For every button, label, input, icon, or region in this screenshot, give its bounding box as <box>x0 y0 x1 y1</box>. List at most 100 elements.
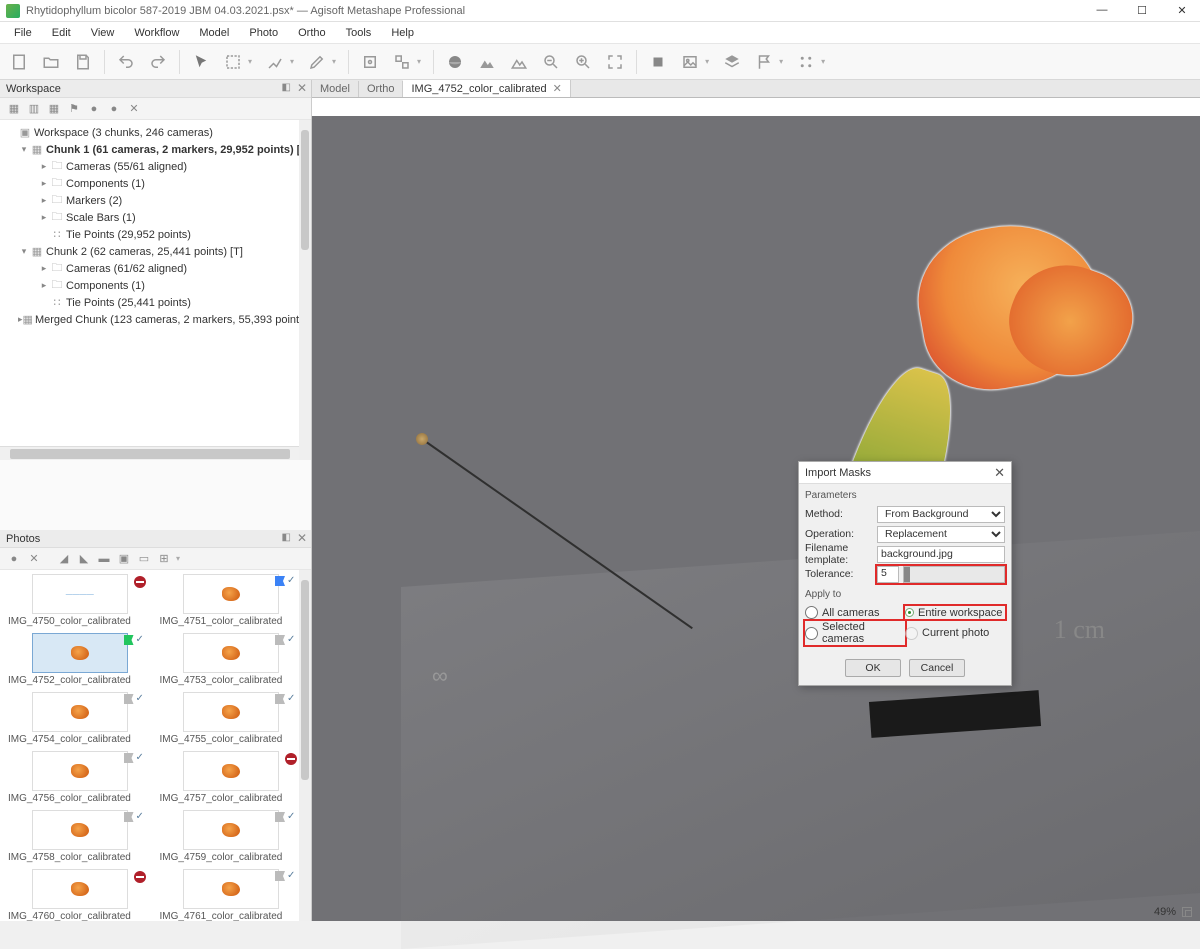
pin-icon[interactable]: ◧ <box>282 532 291 543</box>
radio-selected-cameras[interactable]: Selected cameras <box>805 621 905 645</box>
ph-cam-icon[interactable]: ▣ <box>116 551 132 567</box>
menu-file[interactable]: File <box>6 25 40 41</box>
cancel-button[interactable]: Cancel <box>909 659 965 677</box>
ws-x-icon[interactable]: ✕ <box>126 101 142 117</box>
zoom-mode-icon[interactable] <box>1182 907 1192 917</box>
tab-close-icon[interactable]: ✕ <box>553 83 562 95</box>
photo-thumb[interactable]: IMG_4760_color_calibrated <box>6 869 154 921</box>
ws-dot2-icon[interactable]: ● <box>106 101 122 117</box>
ph-mask1-icon[interactable]: ◢ <box>56 551 72 567</box>
menu-help[interactable]: Help <box>383 25 422 41</box>
new-project-icon[interactable] <box>6 49 32 75</box>
menu-tools[interactable]: Tools <box>338 25 380 41</box>
photo-thumb[interactable]: ✓IMG_4752_color_calibrated <box>6 633 154 690</box>
menu-photo[interactable]: Photo <box>241 25 286 41</box>
ph-x-icon[interactable]: ✕ <box>26 551 42 567</box>
tree-components1[interactable]: ▸🗀Components (1) <box>4 175 311 192</box>
image-icon[interactable] <box>677 49 703 75</box>
radio-all-cameras[interactable]: All cameras <box>805 606 905 619</box>
window-minimize-button[interactable]: — <box>1090 4 1114 17</box>
tree-chunk2[interactable]: ▾▦Chunk 2 (62 cameras, 25,441 points) [T… <box>4 243 311 260</box>
zoom-out-icon[interactable] <box>538 49 564 75</box>
pointer-icon[interactable] <box>188 49 214 75</box>
grid-dots-icon[interactable] <box>793 49 819 75</box>
menu-ortho[interactable]: Ortho <box>290 25 334 41</box>
ph-mask2-icon[interactable]: ◣ <box>76 551 92 567</box>
ph-dot-icon[interactable]: ● <box>6 551 22 567</box>
tree-chunk1[interactable]: ▾▦Chunk 1 (61 cameras, 2 markers, 29,952… <box>4 141 311 158</box>
flag-icon[interactable] <box>751 49 777 75</box>
tab-image[interactable]: IMG_4752_color_calibrated✕ <box>403 80 570 97</box>
tolerance-value[interactable]: 5 <box>877 566 899 583</box>
panel-close-icon[interactable]: ✕ <box>297 531 307 545</box>
ws-flag-icon[interactable]: ⚑ <box>66 101 82 117</box>
ws-add-icon[interactable]: ▦ <box>6 101 22 117</box>
redo-icon[interactable] <box>145 49 171 75</box>
layers-icon[interactable] <box>719 49 745 75</box>
tree-merged[interactable]: ▸▦Merged Chunk (123 cameras, 2 markers, … <box>4 311 311 328</box>
stop-icon[interactable] <box>645 49 671 75</box>
tab-model[interactable]: Model <box>312 81 359 97</box>
dialog-close-icon[interactable]: ✕ <box>994 465 1005 481</box>
menu-view[interactable]: View <box>83 25 123 41</box>
tree-components2[interactable]: ▸🗀Components (1) <box>4 277 311 294</box>
window-maximize-button[interactable]: ☐ <box>1130 4 1154 17</box>
panel-close-icon[interactable]: ✕ <box>297 81 307 95</box>
radio-entire-workspace[interactable]: Entire workspace <box>905 606 1005 619</box>
operation-select[interactable]: Replacement <box>877 526 1005 543</box>
tree-markers1[interactable]: ▸🗀Markers (2) <box>4 192 311 209</box>
ph-thumb-icon[interactable]: ⊞ <box>156 551 172 567</box>
save-project-icon[interactable] <box>70 49 96 75</box>
tree-cameras2[interactable]: ▸🗀Cameras (61/62 aligned) <box>4 260 311 277</box>
photo-thumb[interactable]: ✓IMG_4753_color_calibrated <box>158 633 306 690</box>
photo-thumb[interactable]: ✓IMG_4754_color_calibrated <box>6 692 154 749</box>
sphere-icon[interactable] <box>442 49 468 75</box>
ws-play-icon[interactable]: ▦ <box>46 101 62 117</box>
mountain2-icon[interactable] <box>506 49 532 75</box>
photos-vscroll[interactable] <box>299 570 311 921</box>
fit-icon[interactable] <box>602 49 628 75</box>
window-close-button[interactable]: ✕ <box>1170 4 1194 17</box>
workspace-tree[interactable]: ▣Workspace (3 chunks, 246 cameras) ▾▦Chu… <box>0 120 311 332</box>
ph-img-icon[interactable]: ▭ <box>136 551 152 567</box>
photo-thumb[interactable]: ✓IMG_4758_color_calibrated <box>6 810 154 867</box>
lasso-icon[interactable] <box>262 49 288 75</box>
menu-edit[interactable]: Edit <box>44 25 79 41</box>
ph-1-icon[interactable] <box>46 551 52 567</box>
pin-icon[interactable]: ◧ <box>282 82 291 93</box>
tree-scalebars1[interactable]: ▸🗀Scale Bars (1) <box>4 209 311 226</box>
method-select[interactable]: From Background <box>877 506 1005 523</box>
mountain-icon[interactable] <box>474 49 500 75</box>
open-project-icon[interactable] <box>38 49 64 75</box>
tree-root[interactable]: ▣Workspace (3 chunks, 246 cameras) <box>4 124 311 141</box>
workspace-vscroll[interactable] <box>299 120 311 460</box>
workspace-hscroll[interactable] <box>0 446 299 460</box>
ws-dot1-icon[interactable]: ● <box>86 101 102 117</box>
photo-thumb[interactable]: ✓IMG_4761_color_calibrated <box>158 869 306 921</box>
filename-template-input[interactable] <box>877 546 1005 563</box>
tree-cameras1[interactable]: ▸🗀Cameras (55/61 aligned) <box>4 158 311 175</box>
rect-select-icon[interactable] <box>220 49 246 75</box>
photo-thumb[interactable]: ✓IMG_4755_color_calibrated <box>158 692 306 749</box>
undo-icon[interactable] <box>113 49 139 75</box>
region-icon[interactable] <box>389 49 415 75</box>
tab-ortho[interactable]: Ortho <box>359 81 404 97</box>
pencil-icon[interactable] <box>304 49 330 75</box>
ok-button[interactable]: OK <box>845 659 901 677</box>
photo-thumb[interactable]: ✓IMG_4756_color_calibrated <box>6 751 154 808</box>
crop-icon[interactable] <box>357 49 383 75</box>
tree-tiepoints1[interactable]: ∷Tie Points (29,952 points) <box>4 226 311 243</box>
tree-tiepoints2[interactable]: ∷Tie Points (25,441 points) <box>4 294 311 311</box>
tolerance-slider[interactable] <box>903 566 1005 583</box>
photo-thumb[interactable]: ――――IMG_4750_color_calibrated <box>6 574 154 631</box>
ph-sq-icon[interactable]: ▬ <box>96 551 112 567</box>
photo-thumb[interactable]: ✓IMG_4751_color_calibrated <box>158 574 306 631</box>
zoom-in-icon[interactable] <box>570 49 596 75</box>
menu-model[interactable]: Model <box>191 25 237 41</box>
photo-thumb[interactable]: IMG_4757_color_calibrated <box>158 751 306 808</box>
photo-thumb[interactable]: ✓IMG_4759_color_calibrated <box>158 810 306 867</box>
photos-panel-header: Photos ◧ ✕ <box>0 530 311 548</box>
menu-workflow[interactable]: Workflow <box>126 25 187 41</box>
viewport-canvas[interactable]: 1 cm ∞ <box>312 98 1200 921</box>
ws-add2-icon[interactable]: ▥ <box>26 101 42 117</box>
